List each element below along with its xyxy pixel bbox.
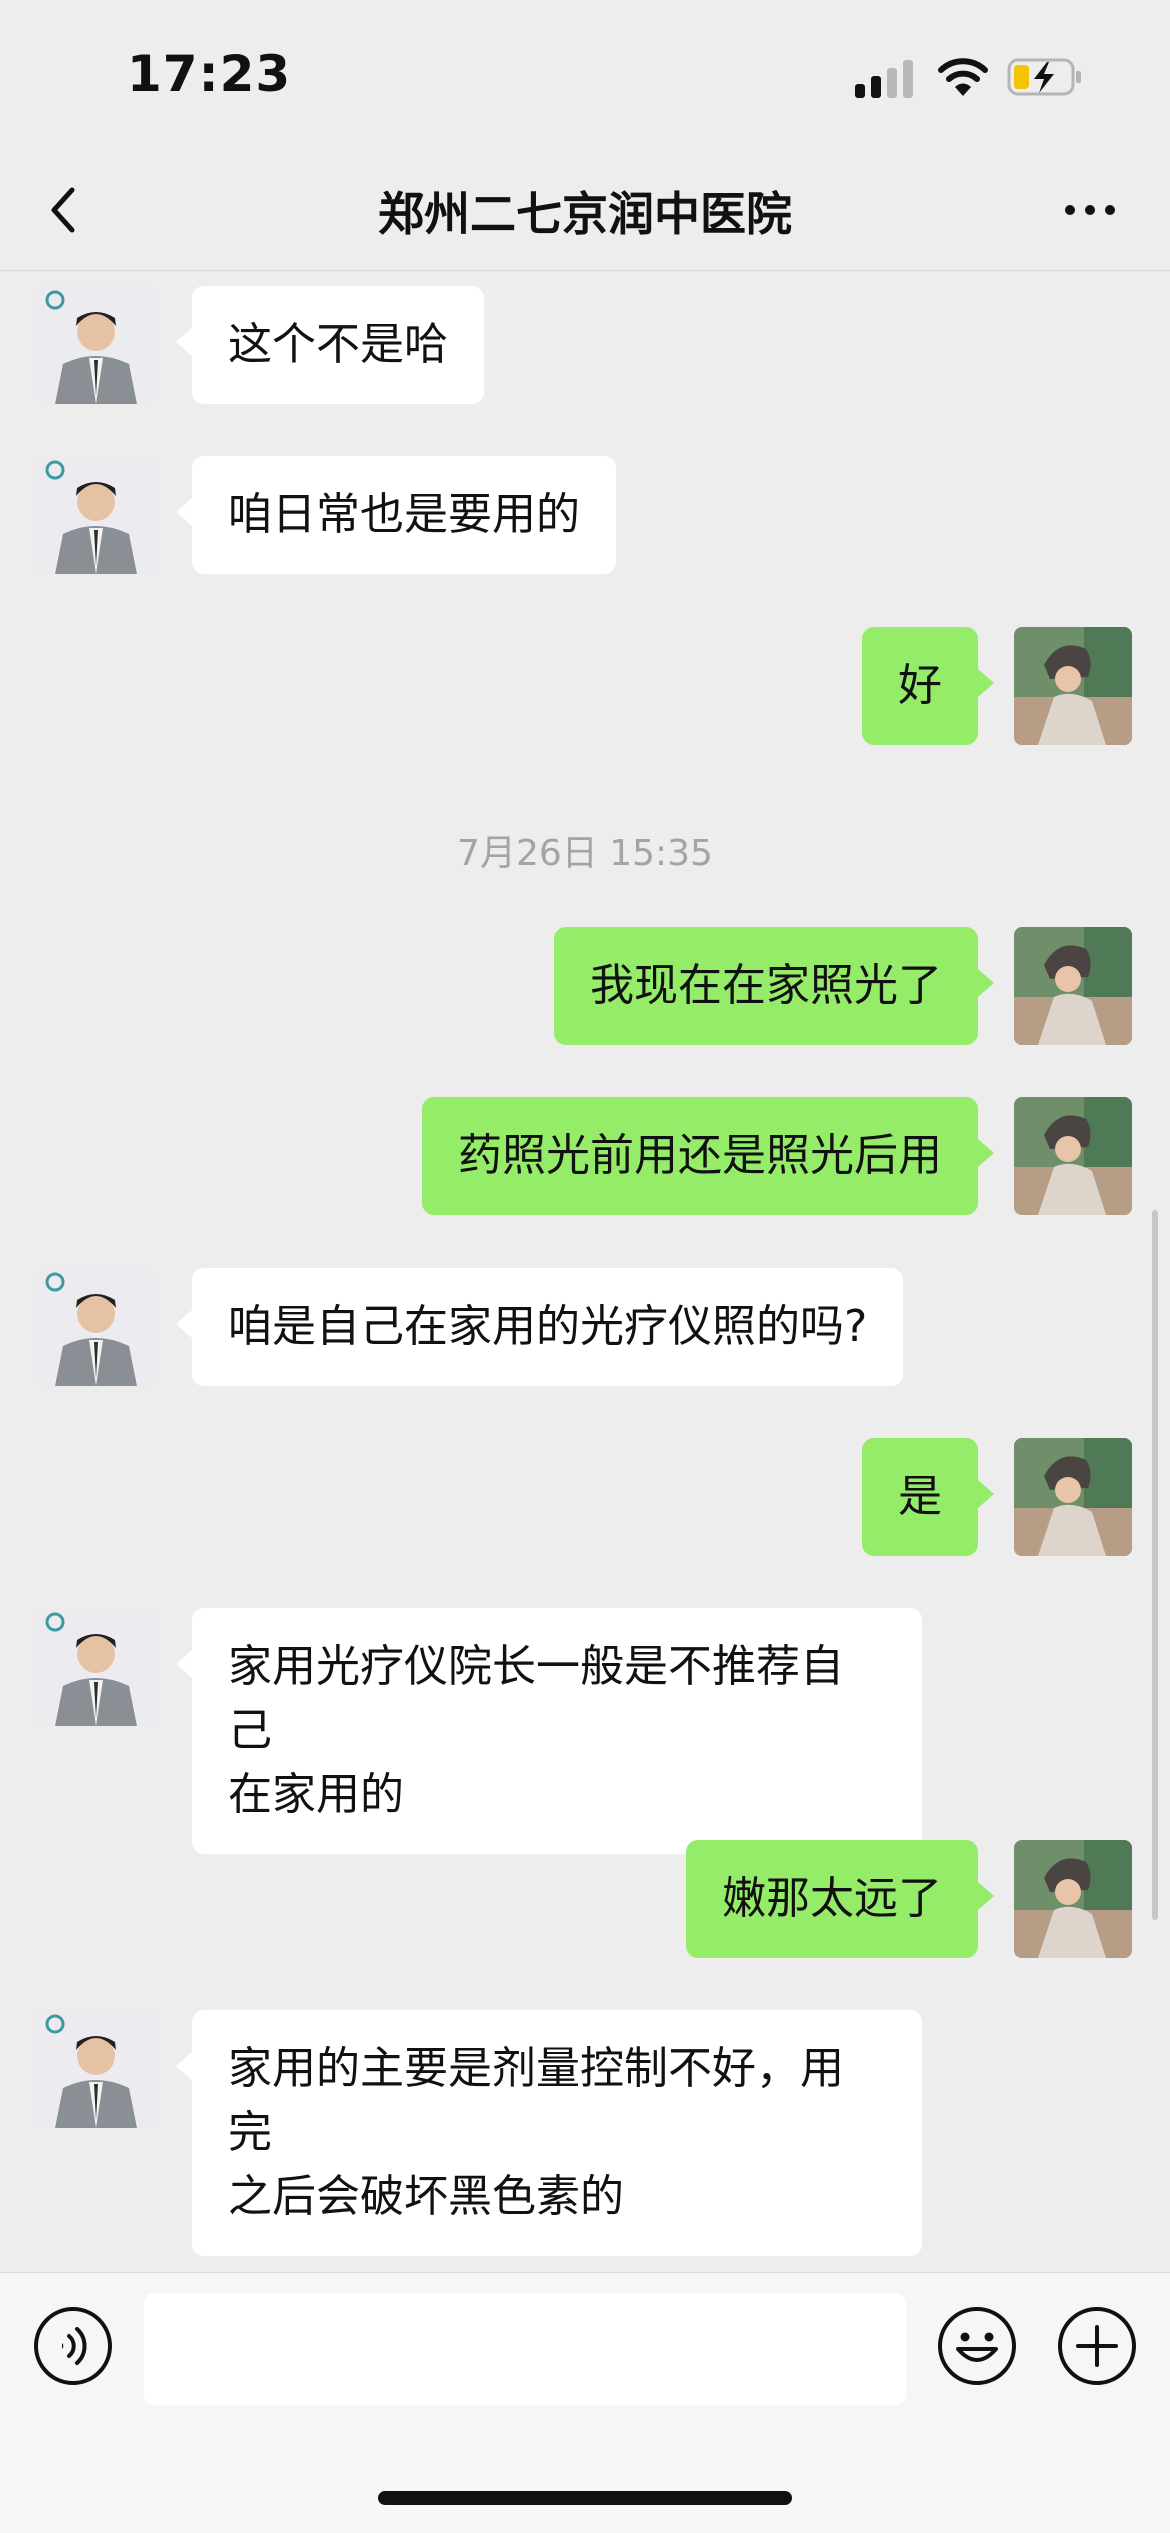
battery-icon: [1007, 58, 1081, 96]
message-bubble: 家用的主要是剂量控制不好，用完 之后会破坏黑色素的: [176, 2010, 922, 2256]
more-icon[interactable]: [1060, 190, 1120, 230]
message-bubble: 家用光疗仪院长一般是不推荐自己 在家用的: [176, 1608, 922, 1854]
message-input[interactable]: [144, 2293, 906, 2405]
message-timestamp: 7月26日 15:35: [457, 833, 713, 874]
message-bubble: 这个不是哈: [176, 286, 484, 404]
status-time: 17:23: [127, 45, 292, 103]
signal-icon: [855, 58, 917, 98]
message-bubble: 是: [862, 1438, 994, 1556]
message-bubble: 药照光前用还是照光后用: [422, 1097, 994, 1215]
message-bubble: 嫩那太远了: [686, 1840, 994, 1958]
user-avatar[interactable]: [1014, 1097, 1132, 1215]
message-bubble: 好: [862, 627, 994, 745]
message-bubble: 我现在在家照光了: [554, 927, 994, 1045]
home-indicator[interactable]: [378, 2491, 792, 2505]
emoji-icon[interactable]: [936, 2305, 1018, 2387]
plus-icon[interactable]: [1056, 2305, 1138, 2387]
doctor-avatar[interactable]: [37, 286, 155, 404]
doctor-avatar[interactable]: [37, 1608, 155, 1726]
doctor-avatar[interactable]: [37, 2010, 155, 2128]
chat-title: 郑州二七京润中医院: [378, 187, 792, 241]
user-avatar[interactable]: [1014, 927, 1132, 1045]
message-bubble: 咱日常也是要用的: [176, 456, 616, 574]
user-avatar[interactable]: [1014, 1438, 1132, 1556]
chat-header: 郑州二七京润中医院: [0, 150, 1170, 271]
user-avatar[interactable]: [1014, 627, 1132, 745]
message-bubble: 咱是自己在家用的光疗仪照的吗?: [175, 1268, 904, 1386]
wifi-icon: [938, 58, 988, 96]
voice-icon[interactable]: [32, 2305, 114, 2387]
status-bar: 17:23: [0, 0, 1170, 150]
chat-scrollbar[interactable]: [1152, 1210, 1158, 1920]
doctor-avatar[interactable]: [37, 456, 155, 574]
doctor-avatar[interactable]: [37, 1268, 155, 1386]
user-avatar[interactable]: [1014, 1840, 1132, 1958]
